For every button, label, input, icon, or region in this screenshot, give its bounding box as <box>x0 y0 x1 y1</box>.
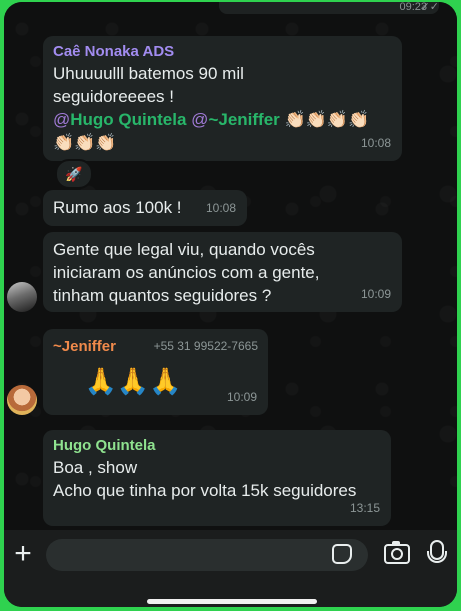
message-time: 10:09 <box>360 287 391 301</box>
sender-name[interactable]: ~Jeniffer <box>53 337 116 357</box>
clap-emojis: 👏🏻👏🏻👏🏻👏🏻 <box>284 110 370 129</box>
message-text: Boa , show <box>53 458 138 477</box>
sender-name[interactable]: Hugo Quintela <box>53 436 381 456</box>
home-indicator[interactable] <box>147 599 317 604</box>
message-time: 10:08 <box>360 136 391 150</box>
chat-area[interactable]: 09:23 ✓✓ Caê Nonaka ADS Uhuuuulll batemo… <box>4 2 457 530</box>
message-time: 10:09 <box>226 390 257 404</box>
sender-name[interactable]: Caê Nonaka ADS <box>53 42 392 62</box>
sticker-icon[interactable] <box>332 544 352 564</box>
message-text: Acho que tinha por volta 15k seguidores <box>53 481 357 500</box>
previous-message-bubble: 09:23 ✓✓ <box>219 2 439 14</box>
message-bubble[interactable]: Rumo aos 100k ! 10:08 <box>43 190 247 226</box>
avatar[interactable] <box>7 282 37 312</box>
message-input[interactable] <box>46 539 368 571</box>
prayer-emojis: 🙏🙏🙏 <box>84 366 182 396</box>
message-text: Gente que legal viu, quando vocês inicia… <box>53 240 320 305</box>
camera-icon[interactable] <box>384 541 410 564</box>
message-bubble[interactable]: Hugo Quintela Boa , show Acho que tinha … <box>43 430 391 526</box>
message-time: 13:15 <box>349 501 380 515</box>
message-text: Uhuuuulll batemos 90 mil seguidoreeees ! <box>53 64 244 106</box>
message-bubble[interactable]: Caê Nonaka ADS Uhuuuulll batemos 90 mil … <box>43 36 402 161</box>
rocket-icon: 🚀 <box>65 165 83 182</box>
clap-emojis-line2: 👏🏻👏🏻👏🏻 <box>53 133 117 152</box>
sender-phone: +55 31 99522-7665 <box>153 339 258 353</box>
message-bubble[interactable]: ~Jeniffer +55 31 99522-7665 🙏🙏🙏 10:09 <box>43 329 268 415</box>
mention-at-jeniffer[interactable]: @~Jeniffer <box>191 110 280 129</box>
avatar[interactable] <box>7 385 37 415</box>
message-bubble[interactable]: Gente que legal viu, quando vocês inicia… <box>43 232 402 312</box>
message-time: 10:08 <box>205 201 236 215</box>
message-mentions-line: @Hugo Quintela @~Jeniffer 👏🏻👏🏻👏🏻👏🏻 <box>53 108 392 131</box>
message-text: Rumo aos 100k ! <box>53 198 182 217</box>
read-receipt-icon: ✓✓ <box>420 2 439 13</box>
reaction-badge[interactable]: 🚀 <box>55 159 93 189</box>
mention-at-hugo[interactable]: @Hugo Quintela <box>53 110 186 129</box>
phone-screen: 09:23 ✓✓ Caê Nonaka ADS Uhuuuulll batemo… <box>4 2 457 607</box>
composer-bar: + <box>4 530 457 607</box>
microphone-icon[interactable] <box>427 540 447 563</box>
plus-icon[interactable]: + <box>11 539 35 569</box>
